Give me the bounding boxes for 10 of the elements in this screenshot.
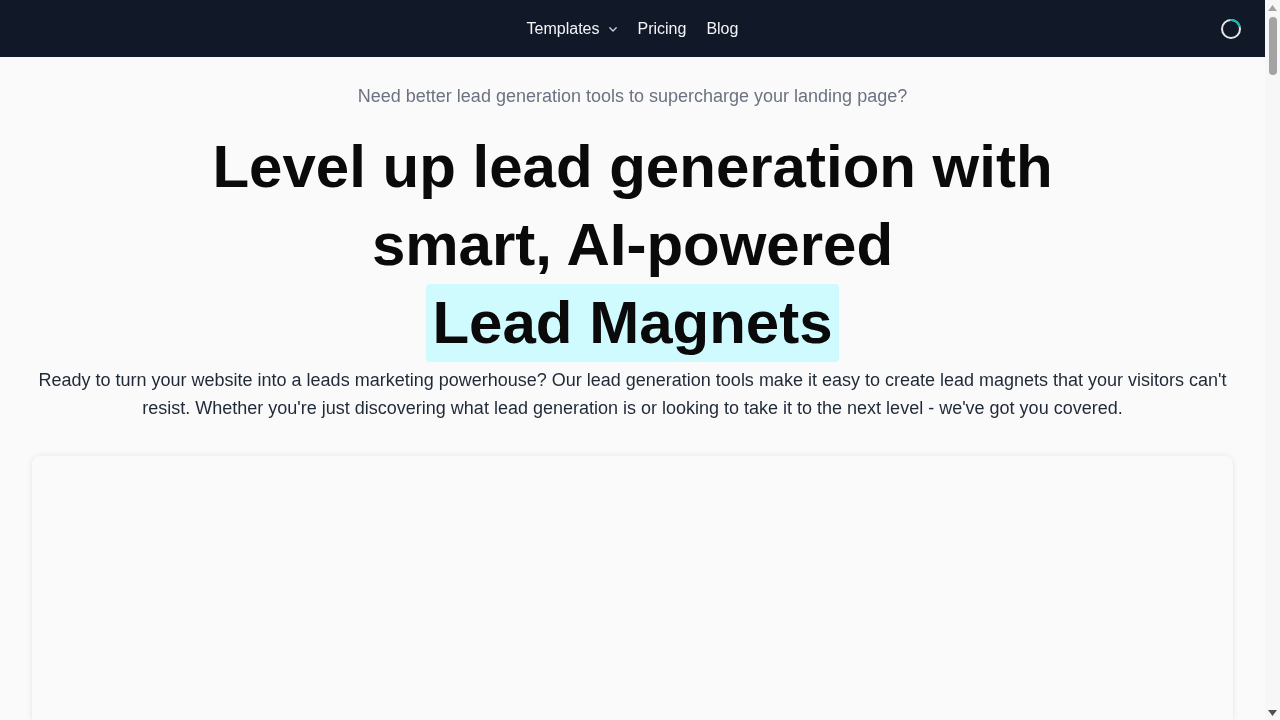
hero-headline: Level up lead generation with smart, AI-powered	[211, 132, 1054, 280]
hero-subtitle: Need better lead generation tools to supercharge your landing page?	[357, 85, 908, 108]
scroll-down-arrow-icon[interactable]	[1268, 710, 1277, 716]
scrollbar-thumb[interactable]	[1268, 17, 1277, 75]
highlighted-headline: Lead Magnets	[426, 284, 839, 362]
scroll-up-arrow-icon[interactable]	[1268, 5, 1277, 11]
nav-dropdown-link[interactable]: Templates	[526, 17, 618, 40]
hero-description: Ready to turn your website into a leads marketing powerhouse? Our lead generation tools make it easy to create lead magnets that your visitors can't resist. Whether you're just discovering what lead generation is or looking to take it to the next level - we've got you covered.	[37, 369, 1228, 420]
nav-link[interactable]: Pricing	[637, 17, 687, 40]
nav-link[interactable]: Blog	[706, 17, 739, 40]
